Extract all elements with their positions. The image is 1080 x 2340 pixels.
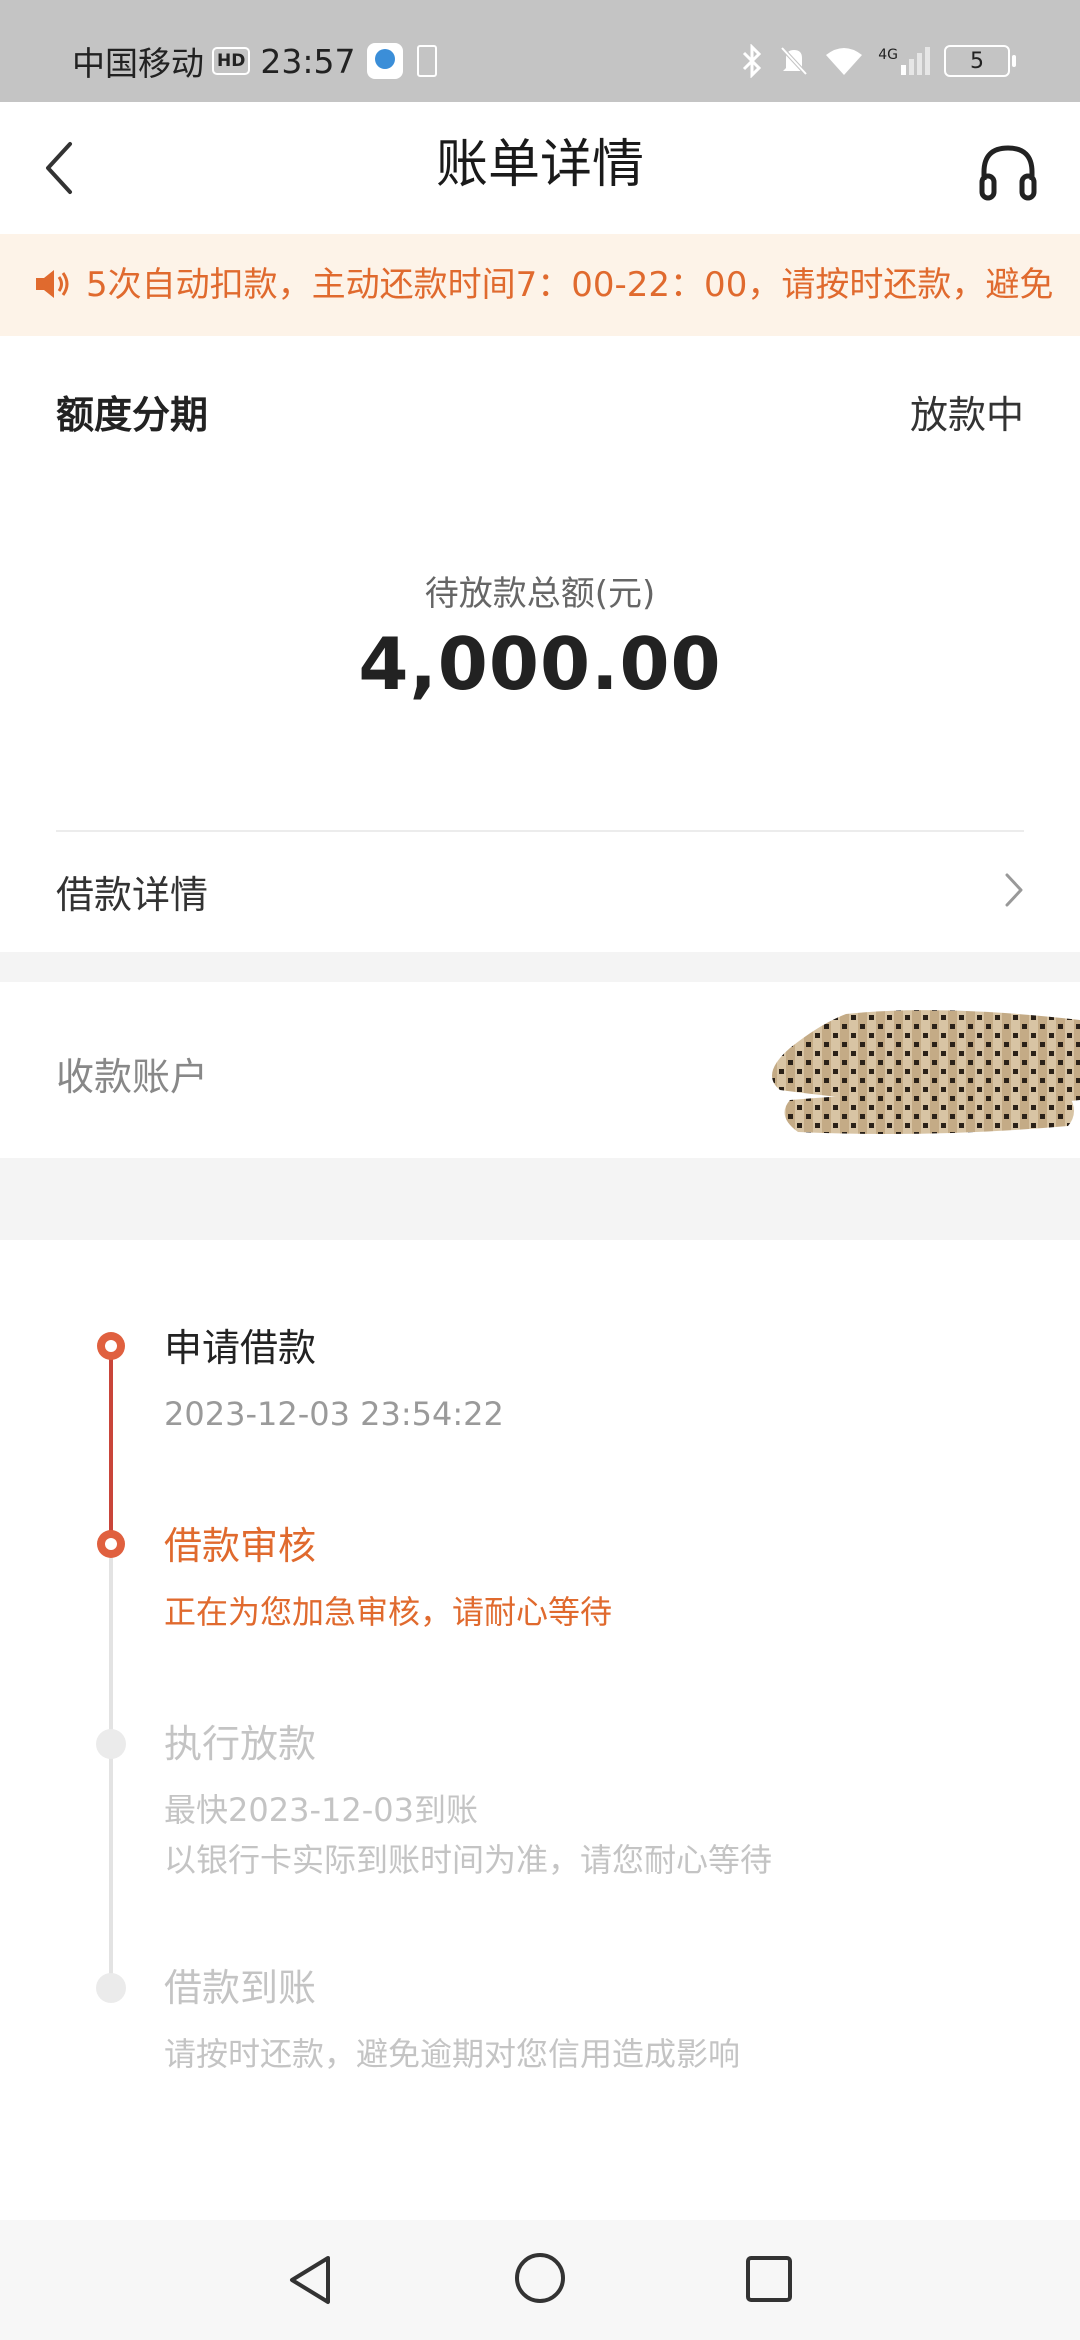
timeline-dot-pending [96,1729,126,1759]
customer-service-icon[interactable] [976,140,1040,204]
timeline-line-done [109,1346,113,1544]
loan-detail-row[interactable]: 借款详情 [0,832,1080,952]
carrier-label: 中国移动 [72,44,204,83]
nav-recents-icon[interactable] [744,2254,794,2304]
notice-text: 5次自动扣款，主动还款时间7：00-22：00，请按时还款，避免 [86,265,1054,305]
loan-detail-label: 借款详情 [56,873,209,917]
account-label: 收款账户 [56,1055,209,1099]
status-left: 中国移动 HD 23:57 [72,36,438,86]
nav-back-icon[interactable] [282,2252,338,2308]
speaker-icon [36,270,69,298]
step-apply-title: 申请借款 [164,1326,317,1370]
network-type: 4G [878,47,898,63]
step-apply-time: 2023-12-03 23:54:22 [164,1395,504,1433]
battery-icon: 5 [944,45,1016,77]
page-title: 账单详情 [435,135,644,195]
step-review-note: 正在为您加急审核，请耐心等待 [164,1593,613,1631]
amount-value: 4,000.00 [358,622,722,706]
sim-icon [417,45,438,77]
timeline-dot-done [97,1332,125,1360]
section-gap [0,952,1080,982]
timeline-line-pending [109,1544,113,1988]
signal-icon: 4G [878,47,930,75]
product-name: 额度分期 [56,393,209,437]
redaction-scribble [772,1010,1080,1134]
clock: 23:57 [260,41,356,81]
loan-status: 放款中 [909,393,1024,437]
timeline-dot-current [97,1530,125,1558]
app-notification-icon [367,43,404,79]
step-disburse-note: 以银行卡实际到账时间为准，请您耐心等待 [164,1841,773,1879]
step-review-title: 借款审核 [164,1524,317,1568]
account-row[interactable]: 收款账户 [0,982,1080,1158]
chevron-right-icon [1005,873,1023,907]
step-arrive-note: 请按时还款，避免逾期对您信用造成影响 [164,2035,741,2073]
battery-level: 5 [970,48,984,74]
step-disburse-title: 执行放款 [164,1722,317,1766]
notice-bar: 5次自动扣款，主动还款时间7：00-22：00，请按时还款，避免 [0,234,1080,336]
step-arrive-title: 借款到账 [164,1966,317,2010]
timeline-dot-pending [96,1973,126,2003]
step-disburse-eta: 最快2023-12-03到账 [164,1791,478,1829]
nav-home-icon[interactable] [512,2250,568,2306]
wifi-icon [826,48,863,75]
mute-bell-icon [780,46,808,76]
section-gap [0,1158,1080,1240]
bluetooth-icon [743,44,762,78]
amount-label: 待放款总额(元) [424,574,656,614]
status-right: 4G 5 [740,36,1016,86]
hd-badge: HD [212,47,251,75]
